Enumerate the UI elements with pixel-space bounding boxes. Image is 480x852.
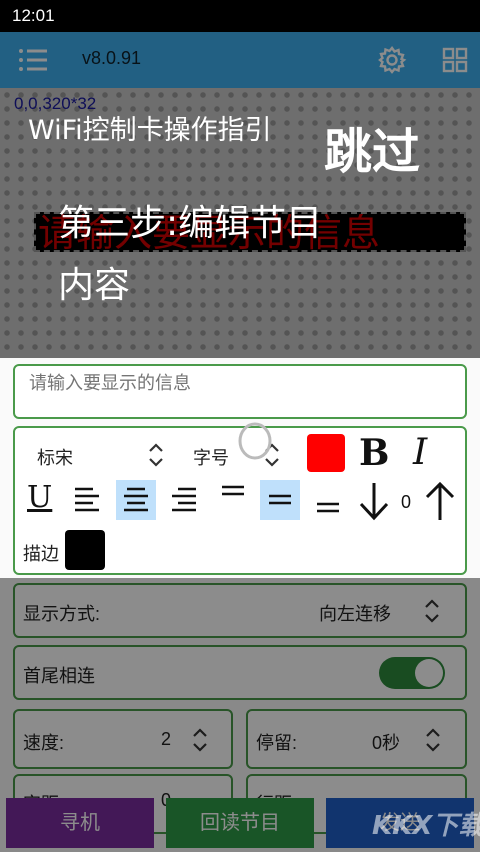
font-size-label[interactable]: 字号 (193, 444, 229, 470)
stroke-label: 描边 (23, 544, 59, 564)
text-color-swatch[interactable] (307, 434, 345, 472)
touch-indicator-icon (238, 422, 272, 460)
status-bar: 12:01 (0, 0, 480, 32)
align-left-icon[interactable] (73, 484, 101, 516)
stroke-color-swatch[interactable] (65, 530, 105, 570)
valign-bottom-icon[interactable] (315, 496, 341, 518)
valign-top-icon[interactable] (220, 482, 246, 504)
guide-step-line2: 内容 (58, 265, 131, 306)
spacing-value: 0 (401, 492, 412, 512)
font-select-value[interactable]: 标宋 (37, 444, 73, 470)
guide-title: WiFi控制卡操作指引 (28, 115, 272, 146)
font-chevron-icon[interactable] (147, 440, 165, 470)
align-center-icon (124, 487, 148, 512)
watermark-logo: KKX下载 (372, 811, 480, 841)
align-right-icon[interactable] (170, 484, 198, 516)
valign-middle-button[interactable] (260, 480, 300, 520)
italic-button[interactable]: I (413, 432, 427, 473)
spacing-decrease-icon[interactable] (357, 480, 391, 522)
message-input-box[interactable] (13, 364, 467, 419)
guide-skip-button[interactable]: 跳过 (324, 112, 420, 182)
bold-button[interactable]: B (359, 432, 389, 474)
spacing-increase-icon[interactable] (423, 480, 457, 522)
valign-middle-icon (269, 494, 291, 505)
underline-button[interactable]: U (27, 480, 52, 515)
align-center-button[interactable] (116, 480, 156, 520)
message-input[interactable] (27, 372, 451, 395)
guide-step-line1: 第三步:编辑节目 (58, 203, 323, 244)
status-time: 12:01 (12, 6, 55, 25)
